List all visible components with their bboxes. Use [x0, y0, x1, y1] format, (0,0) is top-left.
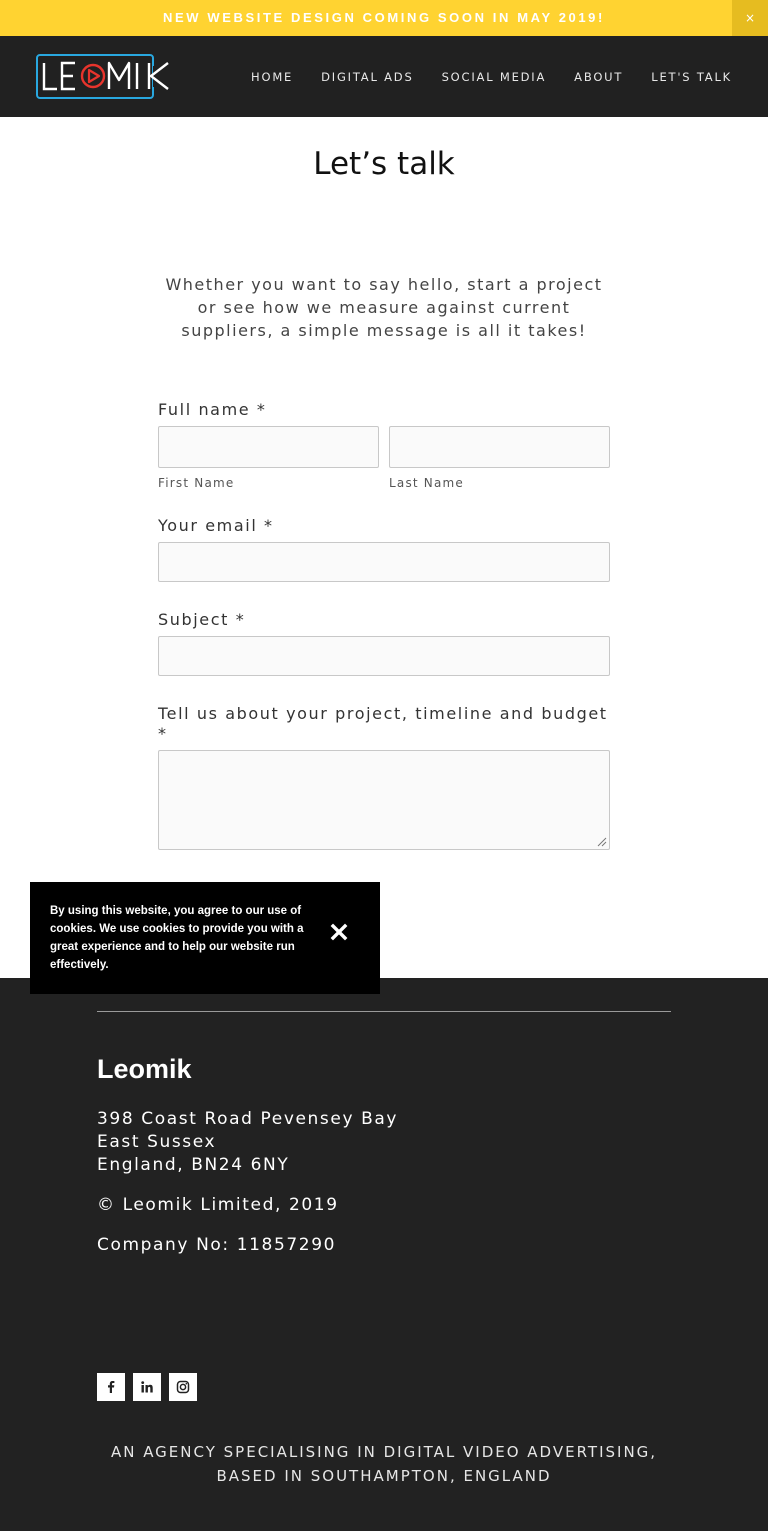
message-textarea[interactable]: [158, 750, 610, 850]
tagline-line-1: AN AGENCY SPECIALISING IN DIGITAL VIDEO …: [110, 1443, 658, 1461]
footer-address-line-1: 398 Coast Road Pevensey Bay: [97, 1109, 399, 1129]
fullname-label: Full name *: [158, 400, 267, 419]
cookie-text: By using this website, you agree to our …: [50, 905, 304, 971]
intro-text: Whether you want to say hello, start a p…: [165, 275, 603, 340]
email-field[interactable]: [158, 542, 610, 582]
last-name-sublabel: Last Name: [389, 476, 465, 490]
nav-about[interactable]: ABOUT: [574, 70, 623, 84]
first-name-sublabel: First Name: [158, 476, 235, 490]
last-name-input[interactable]: [389, 426, 610, 468]
facebook-icon: [108, 1381, 115, 1393]
message-label: Tell us about your project, timeline and…: [158, 704, 608, 743]
announcement-close-button[interactable]: ×: [732, 0, 768, 36]
tagline-line-2: BASED IN SOUTHAMPTON, ENGLAND: [216, 1467, 552, 1485]
nav-lets-talk[interactable]: LET'S TALK: [651, 70, 732, 84]
announcement-bar: NEW WEBSITE DESIGN COMING SOON IN MAY 20…: [0, 0, 768, 36]
footer-tagline: AN AGENCY SPECIALISING IN DIGITAL VIDEO …: [0, 1440, 768, 1488]
email-label: Your email *: [158, 516, 274, 535]
nav-home[interactable]: HOME: [251, 70, 293, 84]
announcement-text: NEW WEBSITE DESIGN COMING SOON IN MAY 20…: [163, 10, 605, 25]
page-title: Let’s talk: [313, 146, 455, 182]
footer-divider: [97, 1011, 671, 1012]
instagram-icon: [176, 1380, 190, 1394]
instagram-link[interactable]: [169, 1373, 197, 1401]
nav-digital-ads[interactable]: DIGITAL ADS: [321, 70, 413, 84]
linkedin-link[interactable]: [133, 1373, 161, 1401]
resize-handle-icon[interactable]: [595, 835, 607, 847]
site-header: HOME DIGITAL ADS SOCIAL MEDIA ABOUT LET'…: [0, 36, 768, 117]
logo-graphic: [36, 54, 169, 99]
footer-copyright: © Leomik Limited, 2019: [97, 1195, 339, 1215]
main-nav: HOME DIGITAL ADS SOCIAL MEDIA ABOUT LET'…: [223, 36, 732, 117]
first-name-input[interactable]: [158, 426, 379, 468]
subject-field[interactable]: [158, 636, 610, 676]
leomik-logo[interactable]: [36, 54, 170, 99]
site-footer: Leomik 398 Coast Road Pevensey Bay East …: [0, 978, 768, 1531]
nav-social-media[interactable]: SOCIAL MEDIA: [442, 70, 547, 84]
facebook-link[interactable]: [97, 1373, 125, 1401]
footer-address-line-3: England, BN24 6NY: [97, 1155, 290, 1175]
close-icon[interactable]: [327, 920, 351, 944]
linkedin-icon: [141, 1381, 153, 1393]
footer-address-line-2: East Sussex: [97, 1132, 217, 1152]
subject-label: Subject *: [158, 610, 246, 629]
footer-company-number: Company No: 11857290: [97, 1235, 337, 1255]
footer-company-name: Leomik: [97, 1054, 192, 1084]
